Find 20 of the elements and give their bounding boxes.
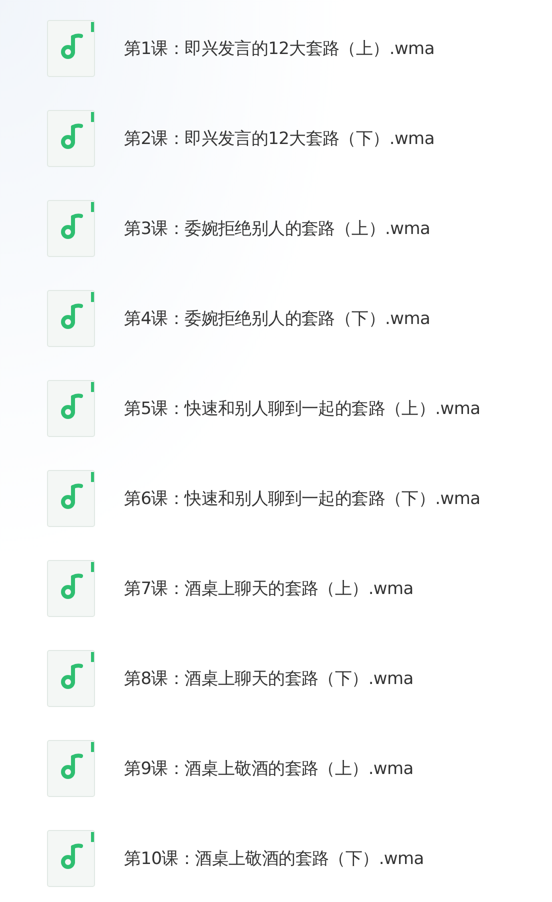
music-file-icon [47,110,95,167]
file-name[interactable]: 第4课：委婉拒绝别人的套路（下）.wma [124,307,430,330]
file-name[interactable]: 第7课：酒桌上聊天的套路（上）.wma [124,577,414,600]
file-name[interactable]: 第2课：即兴发言的12大套路（下）.wma [124,127,434,150]
music-file-icon [47,380,95,437]
music-file-icon [47,560,95,617]
music-file-icon [47,200,95,257]
file-name[interactable]: 第9课：酒桌上敬酒的套路（上）.wma [124,757,414,780]
file-name[interactable]: 第8课：酒桌上聊天的套路（下）.wma [124,667,414,690]
music-file-icon [47,830,95,887]
music-file-icon [47,20,95,77]
music-file-icon [47,740,95,797]
file-name[interactable]: 第6课：快速和别人聊到一起的套路（下）.wma [124,487,480,510]
music-file-icon [47,290,95,347]
file-name[interactable]: 第5课：快速和别人聊到一起的套路（上）.wma [124,397,480,420]
music-file-icon [47,650,95,707]
music-file-icon [47,470,95,527]
file-name[interactable]: 第3课：委婉拒绝别人的套路（上）.wma [124,217,430,240]
file-name[interactable]: 第1课：即兴发言的12大套路（上）.wma [124,37,434,60]
file-name[interactable]: 第10课：酒桌上敬酒的套路（下）.wma [124,847,424,870]
